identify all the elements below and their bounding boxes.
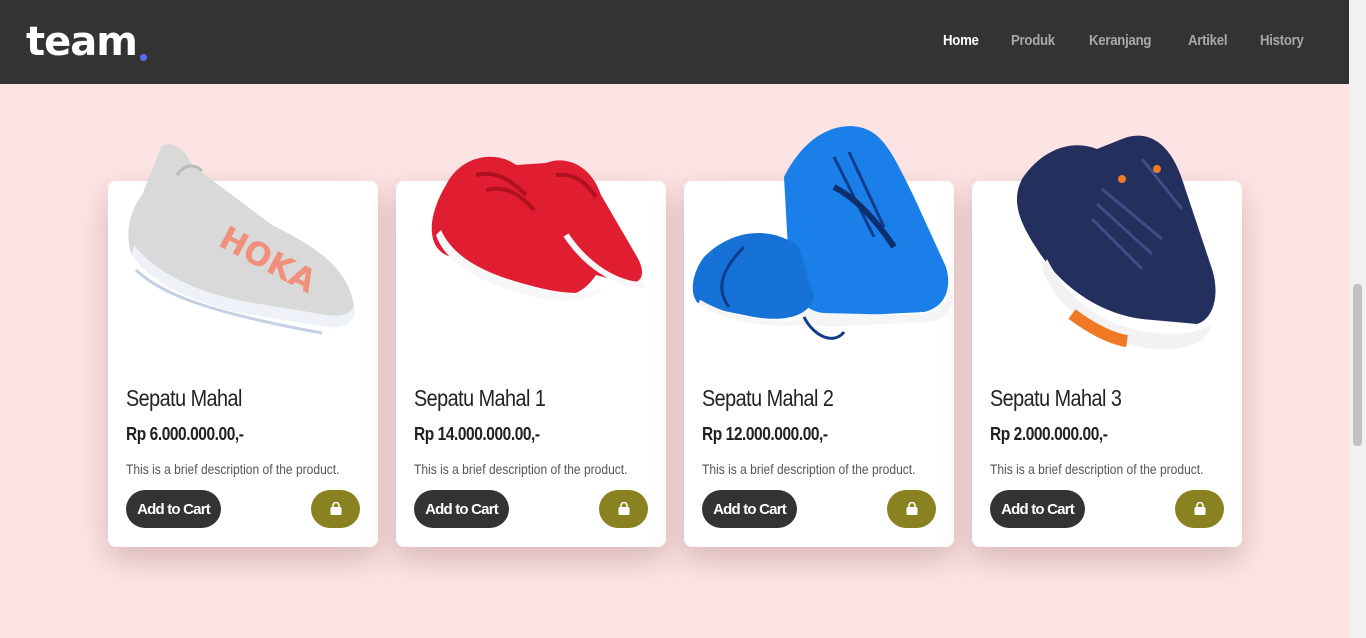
add-to-cart-button[interactable]: Add to Cart [126,490,221,528]
brand-logo-dot [140,54,147,61]
navbar: team Home Produk Keranjang Artikel Histo… [0,0,1349,84]
product-card: Sepatu Mahal 3 Rp 2.000.000.00,- This is… [972,135,1242,547]
product-name: Sepatu Mahal 3 [990,385,1122,411]
nav-item-history[interactable]: History [1260,30,1304,52]
buy-now-button[interactable] [887,490,936,528]
buy-now-button[interactable] [311,490,360,528]
shopping-bag-icon [1194,502,1205,515]
shopping-bag-icon [618,502,629,515]
product-card: Sepatu Mahal 2 Rp 12.000.000.00,- This i… [684,126,954,547]
add-to-cart-button[interactable]: Add to Cart [990,490,1085,528]
product-card: HOKA Sepatu Mahal Rp 6.000.000.00,- This… [108,144,378,547]
nav-item-keranjang[interactable]: Keranjang [1089,30,1151,52]
product-image[interactable]: HOKA [122,135,362,335]
nav-item-artikel[interactable]: Artikel [1188,30,1228,52]
shopping-bag-icon [330,502,341,515]
buy-now-button[interactable] [1175,490,1224,528]
product-image[interactable] [684,117,954,349]
main-nav: Home Produk Keranjang Artikel History [943,30,1310,52]
product-image[interactable] [1002,119,1222,355]
product-price: Rp 12.000.000.00,- [702,424,828,444]
shopping-bag-icon [906,502,917,515]
product-price: Rp 2.000.000.00,- [990,424,1108,444]
brand-logo[interactable]: team [26,18,138,66]
buy-now-button[interactable] [599,490,648,528]
product-name: Sepatu Mahal 2 [702,385,834,411]
product-description: This is a brief description of the produ… [990,461,1204,477]
product-description: This is a brief description of the produ… [702,461,916,477]
product-card: Sepatu Mahal 1 Rp 14.000.000.00,- This i… [396,156,666,547]
product-name: Sepatu Mahal [126,385,242,411]
product-image[interactable] [416,135,646,335]
product-name: Sepatu Mahal 1 [414,385,546,411]
scrollbar-thumb[interactable] [1353,284,1362,446]
product-description: This is a brief description of the produ… [414,461,628,477]
add-to-cart-button[interactable]: Add to Cart [702,490,797,528]
nav-item-home[interactable]: Home [943,30,979,52]
product-price: Rp 14.000.000.00,- [414,424,540,444]
product-price: Rp 6.000.000.00,- [126,424,244,444]
nav-item-produk[interactable]: Produk [1011,30,1055,52]
page-scrollbar[interactable] [1349,0,1366,638]
add-to-cart-button[interactable]: Add to Cart [414,490,509,528]
product-description: This is a brief description of the produ… [126,461,340,477]
